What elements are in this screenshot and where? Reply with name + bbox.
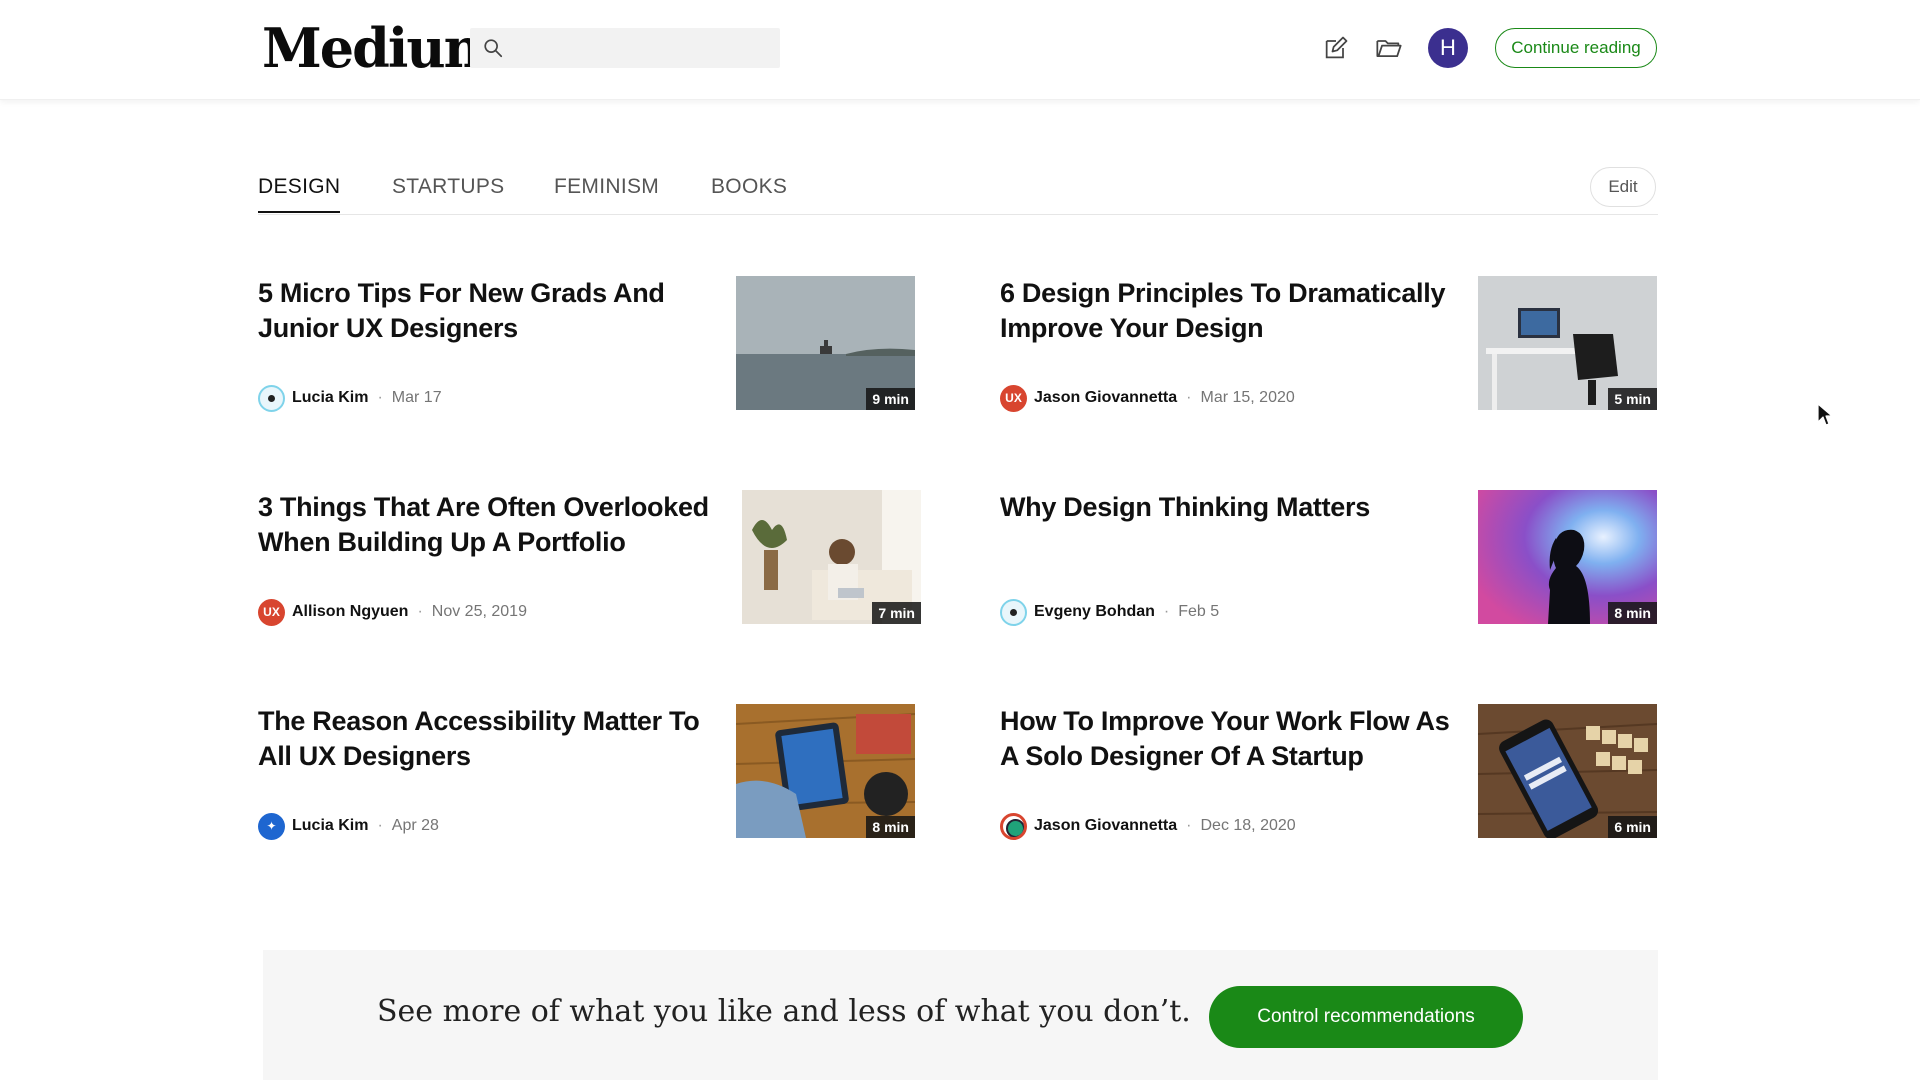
article-meta: UX Jason Giovannetta · Mar 15, 2020 [1000,384,1295,412]
article-title[interactable]: 5 Micro Tips For New Grads And Junior UX… [258,276,718,346]
article-title[interactable]: The Reason Accessibility Matter To All U… [258,704,718,774]
article-thumbnail[interactable]: 6 min [1478,704,1657,838]
article-thumbnail[interactable]: 8 min [1478,490,1657,624]
banner-message: See more of what you like and less of wh… [377,994,1191,1029]
folder-icon[interactable] [1375,34,1403,62]
author-name[interactable]: Evgeny Bohdan [1034,603,1155,621]
publish-date: Mar 17 [391,389,442,406]
search-input[interactable] [514,28,774,68]
publish-date: Feb 5 [1178,603,1220,620]
read-time-badge: 5 min [1608,388,1657,410]
continue-reading-button[interactable]: Continue reading [1495,28,1657,68]
publish-date: Apr 28 [391,817,439,834]
article-thumbnail[interactable]: 8 min [736,704,915,838]
article-meta: UX Allison Ngyuen · Nov 25, 2019 [258,598,527,626]
control-recommendations-button[interactable]: Control recommendations [1209,986,1523,1048]
meta-separator: · [377,389,383,406]
eye-icon [1000,598,1027,626]
topic-tabs: DESIGN STARTUPS FEMINISM BOOKS Edit [258,163,1658,215]
edit-topics-button[interactable]: Edit [1590,167,1656,207]
meta-separator: · [1186,389,1192,406]
article-card[interactable]: 5 Micro Tips For New Grads And Junior UX… [258,276,958,412]
author-name[interactable]: Jason Giovannetta [1034,817,1177,835]
user-avatar[interactable]: H [1428,28,1468,68]
search-icon [484,39,503,58]
read-time-badge: 8 min [1608,602,1657,624]
article-meta: Jason Giovannetta · Dec 18, 2020 [1000,812,1296,840]
article-card[interactable]: How To Improve Your Work Flow As A Solo … [1000,704,1700,840]
ring-icon [1000,812,1027,840]
article-meta: Evgeny Bohdan · Feb 5 [1000,598,1219,626]
read-time-badge: 7 min [872,602,921,624]
article-card[interactable]: The Reason Accessibility Matter To All U… [258,704,958,840]
tab-books[interactable]: BOOKS [711,175,787,211]
top-nav-bar: Medium H Continue reading [0,0,1920,100]
read-time-badge: 9 min [866,388,915,410]
article-meta: ✦ Lucia Kim · Apr 28 [258,812,439,840]
article-card[interactable]: 3 Things That Are Often Overlooked When … [258,490,958,626]
meta-separator: · [417,603,423,620]
article-title[interactable]: Why Design Thinking Matters [1000,490,1460,525]
search-box[interactable] [470,28,780,68]
meta-separator: · [1163,603,1170,620]
article-thumbnail[interactable]: 7 min [742,490,921,624]
medium-logo[interactable]: Medium [262,16,501,80]
write-icon[interactable] [1322,34,1350,62]
publish-date: Nov 25, 2019 [431,603,527,620]
article-card[interactable]: Why Design Thinking Matters Evgeny Bohda… [1000,490,1700,626]
read-time-badge: 8 min [866,816,915,838]
tab-design[interactable]: DESIGN [258,175,341,213]
article-title[interactable]: 6 Design Principles To Dramatically Impr… [1000,276,1460,346]
compass-icon: ✦ [258,812,285,840]
author-name[interactable]: Lucia Kim [292,817,368,835]
ux-badge-icon: UX [1000,384,1027,412]
article-thumbnail[interactable]: 5 min [1478,276,1657,410]
article-meta: Lucia Kim · Mar 17 [258,384,442,412]
author-name[interactable]: Allison Ngyuen [292,603,408,621]
article-title[interactable]: 3 Things That Are Often Overlooked When … [258,490,718,560]
meta-separator: · [1186,817,1192,834]
recommendations-banner: See more of what you like and less of wh… [263,950,1658,1080]
ux-badge-icon: UX [258,598,285,626]
article-thumbnail[interactable]: 9 min [736,276,915,410]
author-name[interactable]: Jason Giovannetta [1034,389,1177,407]
tab-startups[interactable]: STARTUPS [392,175,504,211]
article-title[interactable]: How To Improve Your Work Flow As A Solo … [1000,704,1470,774]
publish-date: Mar 15, 2020 [1200,389,1295,406]
eye-icon [258,384,285,412]
mouse-cursor-icon [1817,403,1833,426]
article-card[interactable]: 6 Design Principles To Dramatically Impr… [1000,276,1700,412]
author-name[interactable]: Lucia Kim [292,389,368,407]
read-time-badge: 6 min [1608,816,1657,838]
tab-feminism[interactable]: FEMINISM [554,175,659,211]
publish-date: Dec 18, 2020 [1200,817,1296,834]
meta-separator: · [377,817,383,834]
